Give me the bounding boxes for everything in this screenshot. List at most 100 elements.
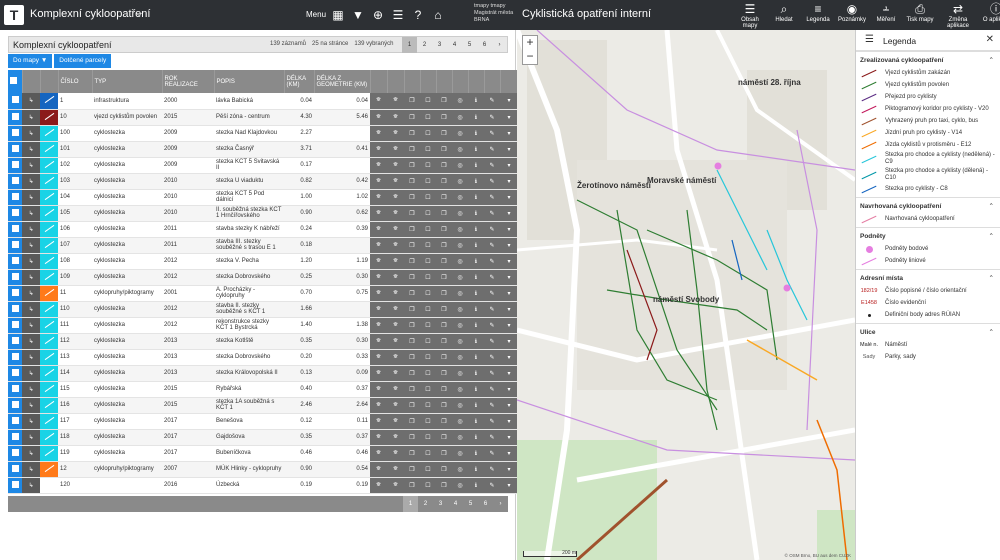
edit-icon[interactable]: ✎ <box>484 445 500 462</box>
folder-icon[interactable]: ❐ <box>436 125 452 142</box>
col-header-delka[interactable]: DÉLKA (KM) <box>284 70 315 93</box>
table-row[interactable]: ↳ 112 cyklostezka 2013 stezka Kotlště 0.35 0.3… <box>8 333 518 350</box>
dropdown-icon[interactable]: ▾ <box>500 253 518 270</box>
row-arrow-icon[interactable]: ↳ <box>22 429 40 446</box>
table-row[interactable]: ↳ 119 cyklostezka 2017 Bubeníčkova 0.46 0.46 ⛯ ⛯… <box>8 445 518 462</box>
bike-alt-icon[interactable]: ⛯ <box>387 445 404 462</box>
bike-icon[interactable]: ⛯ <box>370 285 387 302</box>
row-arrow-icon[interactable]: ↳ <box>22 349 40 366</box>
bike-icon[interactable]: ⛯ <box>370 125 387 142</box>
folder-icon[interactable]: ❐ <box>436 445 452 462</box>
dropdown-icon[interactable]: ▾ <box>500 461 518 478</box>
bike-alt-icon[interactable]: ⛯ <box>387 189 404 206</box>
globe-icon[interactable]: ◎ <box>452 461 468 478</box>
info-icon[interactable]: ℹ <box>468 381 484 398</box>
edit-icon[interactable]: ✎ <box>484 205 500 222</box>
edit-icon[interactable]: ✎ <box>484 477 500 494</box>
table-row[interactable]: ↳ 113 cyklostezka 2013 stezka Dobrovského 0.2… <box>8 349 518 366</box>
add-layer-icon[interactable]: ☐ <box>420 317 436 334</box>
col-header-popis[interactable]: POPIS <box>214 70 285 93</box>
globe-icon[interactable]: ◎ <box>452 221 468 238</box>
col-header-cislo[interactable]: ČÍSLO <box>58 70 93 93</box>
row-checkbox[interactable] <box>8 429 22 446</box>
bike-icon[interactable]: ⛯ <box>370 349 387 366</box>
folder-icon[interactable]: ❐ <box>436 269 452 286</box>
page-button[interactable]: 1 <box>402 37 417 53</box>
add-layer-icon[interactable]: ☐ <box>420 269 436 286</box>
table-row[interactable]: ↳ 104 cyklostezka 2010 stezka KČT 5 Pod dáln… <box>8 189 518 206</box>
folder-icon[interactable]: ❐ <box>436 157 452 174</box>
folder-icon[interactable]: ❐ <box>436 461 452 478</box>
col-header-rok[interactable]: ROK REALIZACE <box>162 70 215 93</box>
add-layer-icon[interactable]: ☐ <box>420 125 436 142</box>
bike-alt-icon[interactable]: ⛯ <box>387 349 404 366</box>
bike-alt-icon[interactable]: ⛯ <box>387 141 404 158</box>
row-arrow-icon[interactable]: ↳ <box>22 397 40 414</box>
add-layer-icon[interactable]: ☐ <box>420 477 436 494</box>
add-layer-icon[interactable]: ☐ <box>420 301 436 318</box>
table-row[interactable]: ↳ 109 cyklostezka 2012 stezka Dobrovského 0.2… <box>8 269 518 286</box>
copy-icon[interactable]: ❐ <box>404 125 420 142</box>
row-checkbox[interactable] <box>8 109 22 126</box>
chevron-down-icon[interactable]: ⌵ <box>136 9 142 19</box>
globe-icon[interactable]: ◎ <box>452 445 468 462</box>
edit-icon[interactable]: ✎ <box>484 333 500 350</box>
info-icon[interactable]: ℹ <box>468 189 484 206</box>
table-row[interactable]: ↳ 106 cyklostezka 2011 stavba stezky K nábře… <box>8 221 518 238</box>
copy-icon[interactable]: ❐ <box>404 301 420 318</box>
globe-icon[interactable]: ◎ <box>452 93 468 110</box>
table-row[interactable]: ↳ 105 cyklostezka 2010 II. souběžná stezka K… <box>8 205 518 222</box>
to-map-button[interactable]: Do mapy ▼ <box>8 54 53 68</box>
edit-icon[interactable]: ✎ <box>484 109 500 126</box>
edit-icon[interactable]: ✎ <box>484 413 500 430</box>
globe-icon[interactable]: ◎ <box>452 141 468 158</box>
bike-icon[interactable]: ⛯ <box>370 205 387 222</box>
dropdown-icon[interactable]: ▾ <box>500 237 518 254</box>
folder-icon[interactable]: ❐ <box>436 237 452 254</box>
dropdown-icon[interactable]: ▾ <box>500 285 518 302</box>
row-arrow-icon[interactable]: ↳ <box>22 125 40 142</box>
page-button[interactable]: 2 <box>417 37 432 53</box>
table-row[interactable]: ↳ 110 cyklostezka 2012 stavba II. stezky sou… <box>8 301 518 318</box>
map-view[interactable]: náměstí 28. října Žerotínovo náměstí Mor… <box>517 30 855 560</box>
copy-icon[interactable]: ❐ <box>404 253 420 270</box>
globe-icon[interactable]: ◎ <box>452 157 468 174</box>
folder-icon[interactable]: ❐ <box>436 285 452 302</box>
grid-view-icon[interactable]: ▦ <box>330 6 346 24</box>
bike-icon[interactable]: ⛯ <box>370 477 387 494</box>
dropdown-icon[interactable]: ▾ <box>500 109 518 126</box>
bike-alt-icon[interactable]: ⛯ <box>387 125 404 142</box>
close-icon[interactable]: ✕ <box>986 34 994 45</box>
dropdown-icon[interactable]: ▾ <box>500 141 518 158</box>
row-checkbox[interactable] <box>8 317 22 334</box>
bike-icon[interactable]: ⛯ <box>370 93 387 110</box>
info-icon[interactable]: ℹ <box>468 333 484 350</box>
row-arrow-icon[interactable]: ↳ <box>22 461 40 478</box>
edit-icon[interactable]: ✎ <box>484 317 500 334</box>
info-icon[interactable]: ℹ <box>468 221 484 238</box>
bike-alt-icon[interactable]: ⛯ <box>387 285 404 302</box>
dropdown-icon[interactable]: ▾ <box>500 269 518 286</box>
add-layer-icon[interactable]: ☐ <box>420 93 436 110</box>
next-page-icon[interactable]: › <box>492 37 507 53</box>
page-button[interactable]: 4 <box>447 37 462 53</box>
edit-icon[interactable]: ✎ <box>484 461 500 478</box>
bike-icon[interactable]: ⛯ <box>370 317 387 334</box>
folder-icon[interactable]: ❐ <box>436 205 452 222</box>
table-row[interactable]: ↳ 111 cyklostezka 2012 rekonstrukce stezky K… <box>8 317 518 334</box>
copy-icon[interactable]: ❐ <box>404 333 420 350</box>
row-checkbox[interactable] <box>8 461 22 478</box>
bike-icon[interactable]: ⛯ <box>370 109 387 126</box>
bike-icon[interactable]: ⛯ <box>370 269 387 286</box>
page-button[interactable]: 4 <box>448 496 463 512</box>
tool-note-pin[interactable]: ◉ Poznámky <box>835 2 869 29</box>
table-row[interactable]: ↳ 108 cyklostezka 2012 stezka V. Pecha 1.20 1.… <box>8 253 518 270</box>
row-checkbox[interactable] <box>8 237 22 254</box>
add-layer-icon[interactable]: ☐ <box>420 157 436 174</box>
globe-icon[interactable]: ◎ <box>452 429 468 446</box>
edit-icon[interactable]: ✎ <box>484 221 500 238</box>
globe-icon[interactable]: ◎ <box>452 301 468 318</box>
row-arrow-icon[interactable]: ↳ <box>22 477 40 494</box>
page-button[interactable]: 1 <box>403 496 418 512</box>
table-row[interactable]: ↳ 12 cyklopruhy/piktogramy 2007 MÚK Hlinky -… <box>8 461 518 478</box>
